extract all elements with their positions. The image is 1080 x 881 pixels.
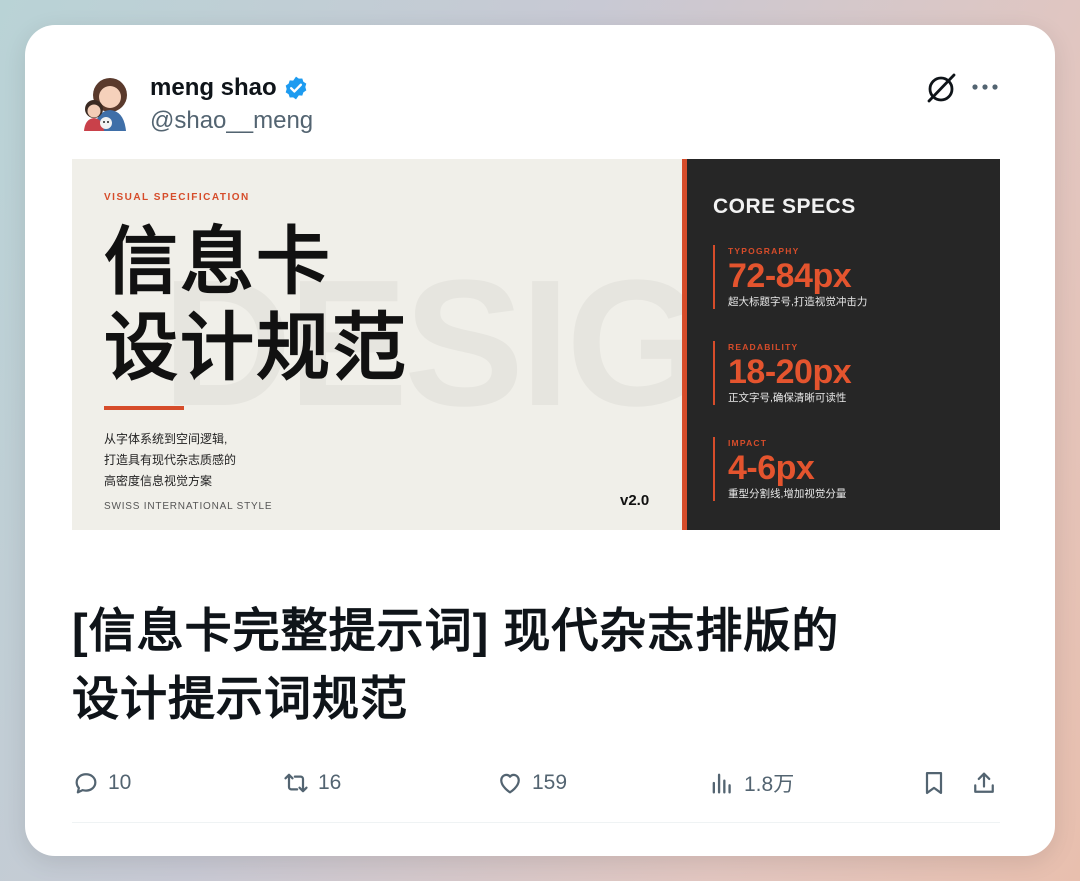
spec-label: READABILITY	[728, 342, 799, 352]
reply-button[interactable]: 10	[72, 765, 131, 801]
reply-count: 10	[108, 771, 132, 794]
bookmark-icon[interactable]	[920, 769, 948, 797]
views-count: 1.8万	[744, 773, 795, 796]
views-button[interactable]: 1.8万	[708, 765, 794, 801]
views-icon	[712, 773, 731, 794]
retweet-icon	[284, 773, 308, 793]
core-specs-panel: CORE SPECS TYPOGRAPHY 72-84px 超大标题字号,打造视…	[687, 159, 1000, 530]
core-specs-title: CORE SPECS	[713, 195, 856, 218]
info-card-title-line1: 信息卡	[104, 219, 332, 305]
reply-icon	[75, 773, 97, 794]
retweet-count: 16	[318, 771, 342, 794]
spec-desc: 正文字号,确保清晰可读性	[728, 392, 847, 404]
grok-icon[interactable]	[923, 70, 959, 106]
info-card-title-line2: 设计规范	[104, 305, 408, 391]
info-card-kicker: VISUAL SPECIFICATION	[104, 192, 250, 203]
share-icon[interactable]	[970, 769, 998, 797]
spec-desc: 超大标题字号,打造视觉冲击力	[728, 296, 868, 308]
info-card-left-panel: DESIGN VISUAL SPECIFICATION 信息卡 设计规范 从字体…	[72, 159, 682, 530]
spec-readability: READABILITY 18-20px 正文字号,确保清晰可读性	[713, 341, 988, 405]
like-button[interactable]: 159	[496, 765, 567, 801]
style-label: SWISS INTERNATIONAL STYLE	[104, 501, 273, 512]
spec-impact: IMPACT 4-6px 重型分割线,增加视觉分量	[713, 437, 988, 501]
description-line: 打造具有现代杂志质感的	[104, 453, 237, 467]
avatar[interactable]	[80, 73, 132, 131]
author-name-row: meng shao	[150, 73, 309, 103]
spec-value: 18-20px	[728, 353, 852, 391]
spec-label: IMPACT	[728, 438, 768, 448]
spec-value: 72-84px	[728, 257, 852, 295]
spec-desc: 重型分割线,增加视觉分量	[728, 488, 847, 500]
bottom-divider	[72, 822, 1000, 823]
retweet-button[interactable]: 16	[282, 765, 341, 801]
description-line: 高密度信息视觉方案	[104, 474, 213, 488]
spec-typography: TYPOGRAPHY 72-84px 超大标题字号,打造视觉冲击力	[713, 245, 988, 309]
verified-badge-icon	[285, 76, 306, 100]
spec-value: 4-6px	[728, 449, 815, 487]
info-card-title: 信息卡 设计规范	[104, 219, 408, 391]
info-card-description: 从字体系统到空间逻辑, 打造具有现代杂志质感的 高密度信息视觉方案	[104, 429, 236, 492]
tweet-text-line1: [信息卡完整提示词] 现代杂志排版的	[72, 604, 840, 657]
author-handle[interactable]: @shao__meng	[150, 107, 313, 135]
version-label: v2.0	[620, 492, 650, 509]
like-icon	[500, 773, 520, 794]
tweet-card: meng shao @shao__meng DESIGN VISUAL SPEC…	[25, 25, 1055, 856]
author-name[interactable]: meng shao	[150, 74, 277, 102]
spec-label: TYPOGRAPHY	[728, 246, 800, 256]
description-line: 从字体系统到空间逻辑,	[104, 432, 228, 446]
like-count: 159	[532, 771, 568, 794]
tweet-media-image[interactable]: DESIGN VISUAL SPECIFICATION 信息卡 设计规范 从字体…	[72, 159, 1000, 530]
tweet-text: [信息卡完整提示词] 现代杂志排版的 设计提示词规范	[72, 597, 1012, 733]
tweet-text-line2: 设计提示词规范	[72, 672, 408, 725]
accent-rule	[104, 406, 184, 410]
tweet-actions-bar: 10 16 159 1.8万	[72, 765, 1000, 801]
more-icon[interactable]	[970, 77, 1000, 97]
